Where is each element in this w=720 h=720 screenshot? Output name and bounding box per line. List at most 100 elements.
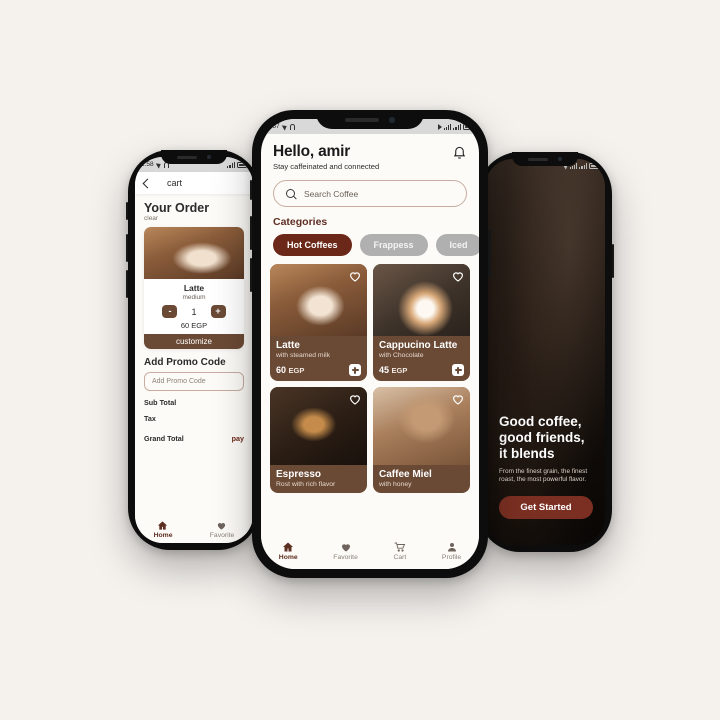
subtotal-label: Sub Total <box>144 398 177 407</box>
product-price-row: 60 EGP <box>276 364 361 376</box>
onboarding-heading: Good coffee, good friends, it blends <box>499 413 585 461</box>
product-info: Latte with steamed milk 60 EGP <box>270 336 367 381</box>
tab-profile[interactable]: Profile <box>442 540 461 561</box>
get-started-button[interactable]: Get Started <box>499 496 593 519</box>
tab-profile-label: Profile <box>441 554 462 561</box>
volume-down-button[interactable] <box>126 270 128 298</box>
quantity-stepper: - 1 + <box>144 305 244 318</box>
clear-cart-button[interactable]: clear <box>144 215 253 222</box>
mute-switch[interactable] <box>126 202 128 220</box>
product-desc: Rost with rich flavor <box>276 481 336 488</box>
categories-title: Categories <box>273 216 328 228</box>
greeting-block: Hello, amir Stay caffeinated and connect… <box>273 143 379 171</box>
earpiece-speaker <box>345 117 379 122</box>
promo-input[interactable]: Add Promo Code <box>144 372 244 391</box>
tab-home-label: Home <box>278 554 298 561</box>
decrease-quantity-button[interactable]: - <box>162 305 178 318</box>
signal-icon <box>443 123 452 130</box>
product-grid: Latte with steamed milk 60 EGP Cappucino… <box>261 256 479 493</box>
product-desc: with steamed milk <box>276 352 331 359</box>
favorite-heart-icon[interactable] <box>348 269 362 283</box>
category-pill-hot-coffees[interactable]: Hot Coffees <box>273 234 352 256</box>
power-button[interactable] <box>488 230 491 278</box>
cart-item-size: medium <box>182 294 206 301</box>
cart-item-photo <box>144 227 244 279</box>
product-card-cappucino-latte[interactable]: Cappucino Latte with Chocolate 45 EGP <box>373 264 470 381</box>
chevron-left-icon[interactable] <box>142 178 153 188</box>
total-row-subtotal: Sub Total <box>135 398 253 407</box>
cart-screen: 1:58 cart Your Order clear Latte medium … <box>135 157 253 543</box>
add-to-cart-button[interactable] <box>452 364 464 376</box>
categories-row[interactable]: Hot Coffees Frappess Iced <box>261 228 479 256</box>
tab-favorite-label: Favorite <box>209 532 235 539</box>
cart-body: 1:58 cart Your Order clear Latte medium … <box>135 157 253 543</box>
home-screen: 1:57 Hello, amir Stay caffeinated and co… <box>261 119 479 569</box>
customize-button[interactable]: customize <box>144 334 244 349</box>
home-header: Hello, amir Stay caffeinated and connect… <box>261 134 479 171</box>
bottom-tabbar: Home Favorite <box>135 517 253 543</box>
tab-home[interactable]: Home <box>154 518 173 539</box>
product-currency: EGP <box>288 366 305 375</box>
product-card-latte[interactable]: Latte with steamed milk 60 EGP <box>270 264 367 381</box>
cart-navbar: cart <box>135 172 253 194</box>
tab-favorite-label: Favorite <box>333 554 358 561</box>
volume-down-button[interactable] <box>249 258 252 292</box>
product-photo <box>270 264 367 336</box>
favorite-heart-icon[interactable] <box>451 392 465 406</box>
vpn-icon <box>437 123 442 130</box>
pay-button[interactable]: pay <box>232 434 244 443</box>
clock-text: 1:57 <box>267 123 280 130</box>
product-card-caffee-miel[interactable]: Caffee Miel with honey <box>373 387 470 493</box>
location-icon <box>281 122 288 131</box>
onboarding-content: Good coffee, good friends, it blends Fro… <box>499 414 593 519</box>
notch <box>512 152 578 166</box>
product-name: Caffee Miel <box>379 469 432 480</box>
your-order-heading: Your Order <box>144 201 210 215</box>
search-wrapper: Search Coffee <box>273 180 467 207</box>
person-icon <box>446 540 458 552</box>
product-info: Caffee Miel with honey <box>373 465 470 493</box>
earpiece-speaker <box>177 155 197 159</box>
favorite-heart-icon[interactable] <box>451 269 465 283</box>
bell-icon-small <box>289 123 295 130</box>
product-card-espresso[interactable]: Espresso Rost with rich flavor <box>270 387 367 493</box>
earpiece-speaker <box>528 157 548 161</box>
product-desc: with Chocolate <box>379 352 424 359</box>
quantity-value: 1 <box>191 306 197 317</box>
front-camera <box>207 155 211 159</box>
greeting-subtitle: Stay caffeinated and connected <box>273 162 380 171</box>
volume-up-button[interactable] <box>249 216 252 250</box>
favorite-heart-icon[interactable] <box>348 392 362 406</box>
tab-favorite[interactable]: Favorite <box>209 518 235 539</box>
tab-cart[interactable]: Cart <box>393 540 406 561</box>
search-icon <box>286 188 296 199</box>
mute-switch[interactable] <box>249 180 252 200</box>
promo-heading: Add Promo Code <box>144 357 226 368</box>
bell-icon[interactable] <box>452 145 467 162</box>
bottom-tabbar: Home Favorite Cart Profile <box>261 535 479 569</box>
add-to-cart-button[interactable] <box>349 364 361 376</box>
tab-favorite[interactable]: Favorite <box>333 540 358 561</box>
product-name: Espresso <box>276 469 322 480</box>
promo-placeholder: Add Promo Code <box>152 378 206 385</box>
search-input[interactable]: Search Coffee <box>273 180 467 207</box>
clock-text: 1:58 <box>141 161 154 168</box>
volume-up-button[interactable] <box>126 234 128 262</box>
heart-icon <box>340 540 352 552</box>
power-button[interactable] <box>612 244 614 278</box>
increase-quantity-button[interactable]: + <box>210 305 226 318</box>
signal-icon-2 <box>453 123 461 130</box>
category-pill-frappess[interactable]: Frappess <box>359 234 428 256</box>
signal-icon <box>227 161 235 168</box>
home-icon <box>282 540 294 552</box>
tab-home-label: Home <box>153 532 173 539</box>
tab-home[interactable]: Home <box>279 540 298 561</box>
home-body: 1:57 Hello, amir Stay caffeinated and co… <box>261 119 479 569</box>
cart-item: Latte medium - 1 + 60 EGP customize <box>144 227 244 349</box>
cart-icon <box>394 540 406 552</box>
category-pill-iced[interactable]: Iced <box>435 234 479 256</box>
tab-cart-label: Cart <box>393 554 407 561</box>
product-photo <box>270 387 367 465</box>
phone-home: 1:57 Hello, amir Stay caffeinated and co… <box>249 110 491 578</box>
product-price-value: 45 <box>379 365 390 375</box>
